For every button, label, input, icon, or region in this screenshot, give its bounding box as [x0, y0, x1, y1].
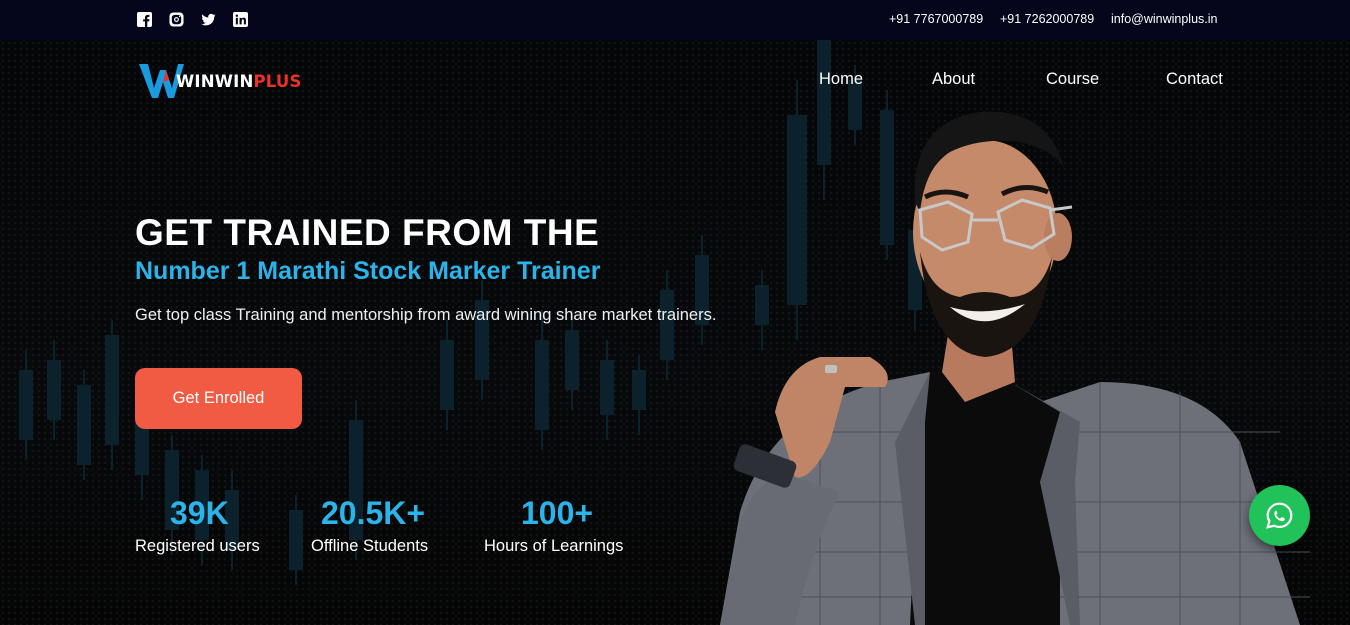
logo-text-primary: WINWIN — [176, 72, 254, 91]
twitter-icon[interactable] — [201, 12, 216, 27]
get-enrolled-button[interactable]: Get Enrolled — [135, 368, 302, 429]
stat-hours-value: 100+ — [521, 495, 594, 531]
whatsapp-icon — [1266, 502, 1293, 529]
logo-text-accent: PLUS — [253, 72, 302, 91]
instagram-icon[interactable] — [169, 12, 184, 27]
hero-title: GET TRAINED FROM THE — [135, 212, 600, 253]
whatsapp-chat-button[interactable] — [1249, 485, 1310, 546]
phone-link-2[interactable]: +91 7262000789 — [1000, 12, 1094, 26]
facebook-icon[interactable] — [137, 12, 152, 27]
stat-hours-label: Hours of Learnings — [484, 537, 624, 555]
logo-wordmark: WINWINPLUS — [176, 72, 302, 91]
hero-description: Get top class Training and mentorship fr… — [135, 306, 717, 324]
top-bar: +91 7767000789 +91 7262000789 info@winwi… — [0, 0, 1350, 40]
brand-logo[interactable]: WINWINPLUS — [138, 58, 301, 102]
stat-registered-users-label: Registered users — [135, 537, 260, 555]
stat-offline-students-label: Offline Students — [311, 537, 429, 555]
hero-section: WINWINPLUS Home About Course Contact GET… — [0, 40, 1350, 625]
hero-subtitle: Number 1 Marathi Stock Marker Trainer — [135, 257, 601, 285]
stat-registered-users-value: 39K — [170, 495, 229, 531]
stat-offline-students-value: 20.5K+ — [321, 495, 426, 531]
phone-link-1[interactable]: +91 7767000789 — [889, 12, 983, 26]
linkedin-icon[interactable] — [233, 12, 248, 27]
trainer-photo — [720, 111, 1310, 625]
email-link[interactable]: info@winwinplus.in — [1111, 12, 1218, 26]
